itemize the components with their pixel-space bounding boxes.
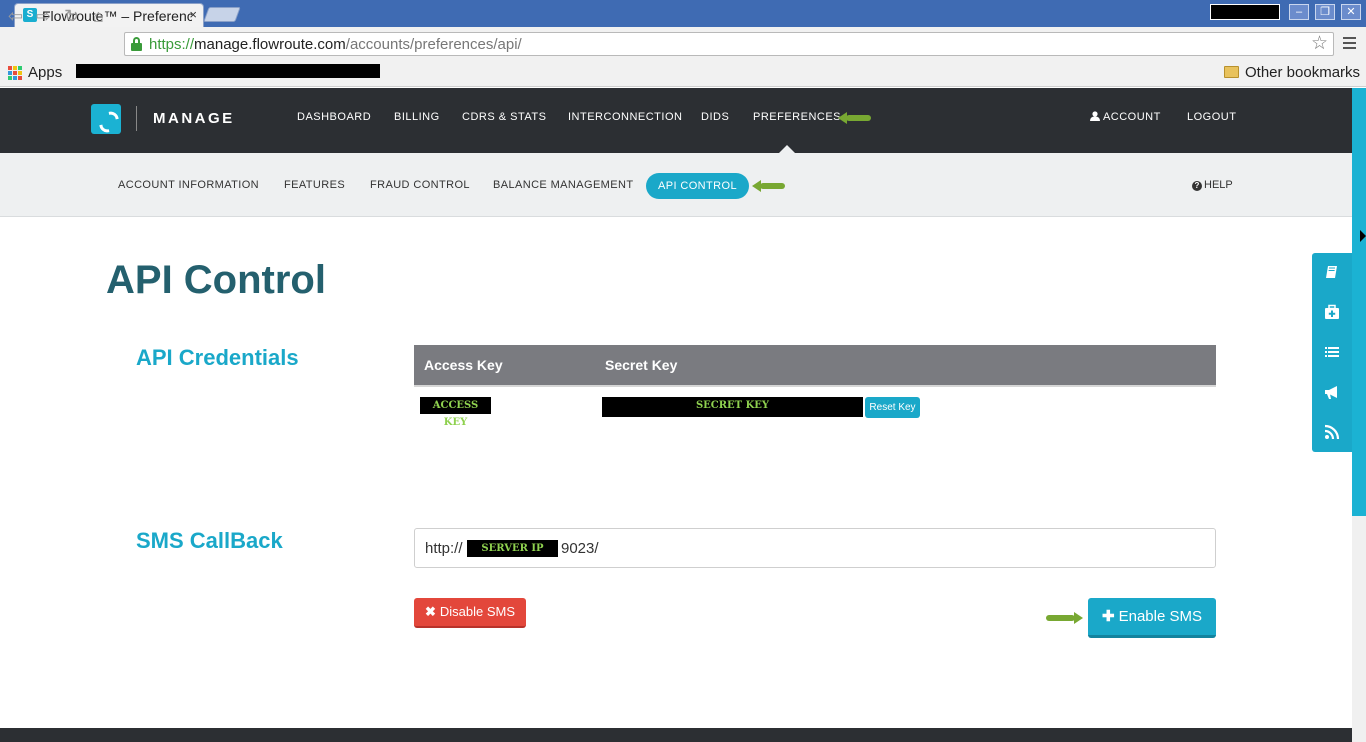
nav-dashboard[interactable]: DASHBOARD	[297, 111, 371, 123]
tab-api-control[interactable]: API CONTROL	[646, 173, 749, 199]
rss-icon[interactable]	[1324, 424, 1340, 440]
credentials-heading: API Credentials	[136, 345, 299, 370]
logo-text[interactable]: MANAGE	[153, 110, 235, 127]
lock-icon	[131, 37, 142, 51]
nav-logout[interactable]: LOGOUT	[1187, 111, 1236, 123]
table-divider	[414, 385, 1216, 387]
annotation-arrow	[1046, 612, 1083, 624]
question-circle-icon: ?	[1192, 181, 1202, 191]
credentials-table-header: Access Key Secret Key	[414, 345, 1216, 385]
redacted-block	[76, 64, 380, 78]
browser-menu-icon[interactable]	[1343, 37, 1356, 52]
tab-balance-management[interactable]: BALANCE MANAGEMENT	[493, 179, 633, 191]
column-access-key: Access Key	[424, 357, 503, 373]
nav-preferences[interactable]: PREFERENCES	[753, 111, 841, 123]
disable-sms-label: Disable SMS	[439, 604, 516, 619]
enable-sms-button[interactable]: ✚ Enable SMS	[1088, 598, 1216, 638]
reload-icon[interactable]: ↻	[64, 6, 79, 27]
redacted-block	[1210, 4, 1280, 20]
times-icon: ✖	[424, 604, 436, 619]
logo-divider	[136, 106, 137, 131]
address-bar[interactable]: https://manage.flowroute.com/accounts/pr…	[124, 32, 1334, 56]
scrollbar-thumb[interactable]	[1352, 88, 1366, 516]
nav-account[interactable]: ACCOUNT	[1090, 111, 1161, 123]
sms-callback-url-field[interactable]: http:// SERVER IP 9023/	[414, 528, 1216, 568]
annotation-arrow	[838, 112, 871, 124]
other-bookmarks[interactable]: Other bookmarks	[1245, 64, 1360, 81]
book-icon[interactable]	[1324, 264, 1340, 280]
plus-icon: ✚	[1102, 608, 1115, 625]
list-icon[interactable]	[1324, 344, 1340, 360]
reset-key-button[interactable]: Reset Key	[865, 397, 920, 418]
flowroute-favicon-icon: S	[23, 8, 37, 22]
browser-titlebar	[0, 0, 1366, 27]
medkit-icon[interactable]	[1324, 304, 1340, 320]
url-suffix: 9023/	[561, 540, 599, 557]
active-nav-caret	[779, 145, 795, 153]
user-icon	[1090, 111, 1100, 121]
folder-icon	[1224, 66, 1239, 78]
column-secret-key: Secret Key	[605, 357, 678, 373]
nav-cdrs-stats[interactable]: CDRS & STATS	[462, 111, 546, 123]
sms-callback-heading: SMS CallBack	[136, 528, 283, 553]
tab-fraud-control[interactable]: FRAUD CONTROL	[370, 179, 470, 191]
secret-key-value: SECRET KEY	[602, 397, 863, 417]
nav-dids[interactable]: DIDS	[701, 111, 729, 123]
tab-close-icon[interactable]: ×	[189, 7, 197, 22]
url-text: https://manage.flowroute.com/accounts/pr…	[149, 36, 522, 53]
maximize-button[interactable]: ❐	[1315, 4, 1335, 20]
nav-interconnection[interactable]: INTERCONNECTION	[568, 111, 682, 123]
help-label: HELP	[1204, 179, 1233, 191]
help-link[interactable]: ? HELP	[1192, 179, 1233, 191]
mouse-cursor-icon	[1360, 230, 1366, 242]
apps-bookmark[interactable]: Apps	[28, 64, 62, 81]
apps-grid-icon[interactable]	[8, 66, 22, 80]
tab-features[interactable]: FEATURES	[284, 179, 345, 191]
access-key-value: ACCESS KEY	[420, 397, 491, 428]
annotation-arrow	[752, 180, 785, 192]
new-tab-button[interactable]	[203, 7, 241, 22]
home-icon[interactable]: ⌂	[93, 6, 104, 27]
forward-icon[interactable]: ⇨	[36, 6, 51, 27]
url-prefix: http://	[425, 540, 463, 557]
megaphone-icon[interactable]	[1324, 384, 1340, 400]
minimize-button[interactable]: –	[1289, 4, 1309, 20]
site-footer	[0, 728, 1352, 742]
enable-sms-label: Enable SMS	[1118, 608, 1202, 625]
page-title: API Control	[106, 258, 326, 302]
account-label: ACCOUNT	[1102, 111, 1161, 123]
bookmark-star-icon[interactable]: ☆	[1311, 32, 1328, 55]
side-toolbar	[1312, 253, 1352, 452]
back-icon[interactable]: ⇦	[8, 6, 23, 27]
tab-account-information[interactable]: ACCOUNT INFORMATION	[118, 179, 259, 191]
disable-sms-button[interactable]: ✖ Disable SMS	[414, 598, 526, 628]
server-ip-value: SERVER IP	[467, 540, 558, 557]
flowroute-logo-icon[interactable]	[91, 104, 121, 134]
close-window-button[interactable]: ✕	[1341, 4, 1361, 20]
nav-billing[interactable]: BILLING	[394, 111, 440, 123]
